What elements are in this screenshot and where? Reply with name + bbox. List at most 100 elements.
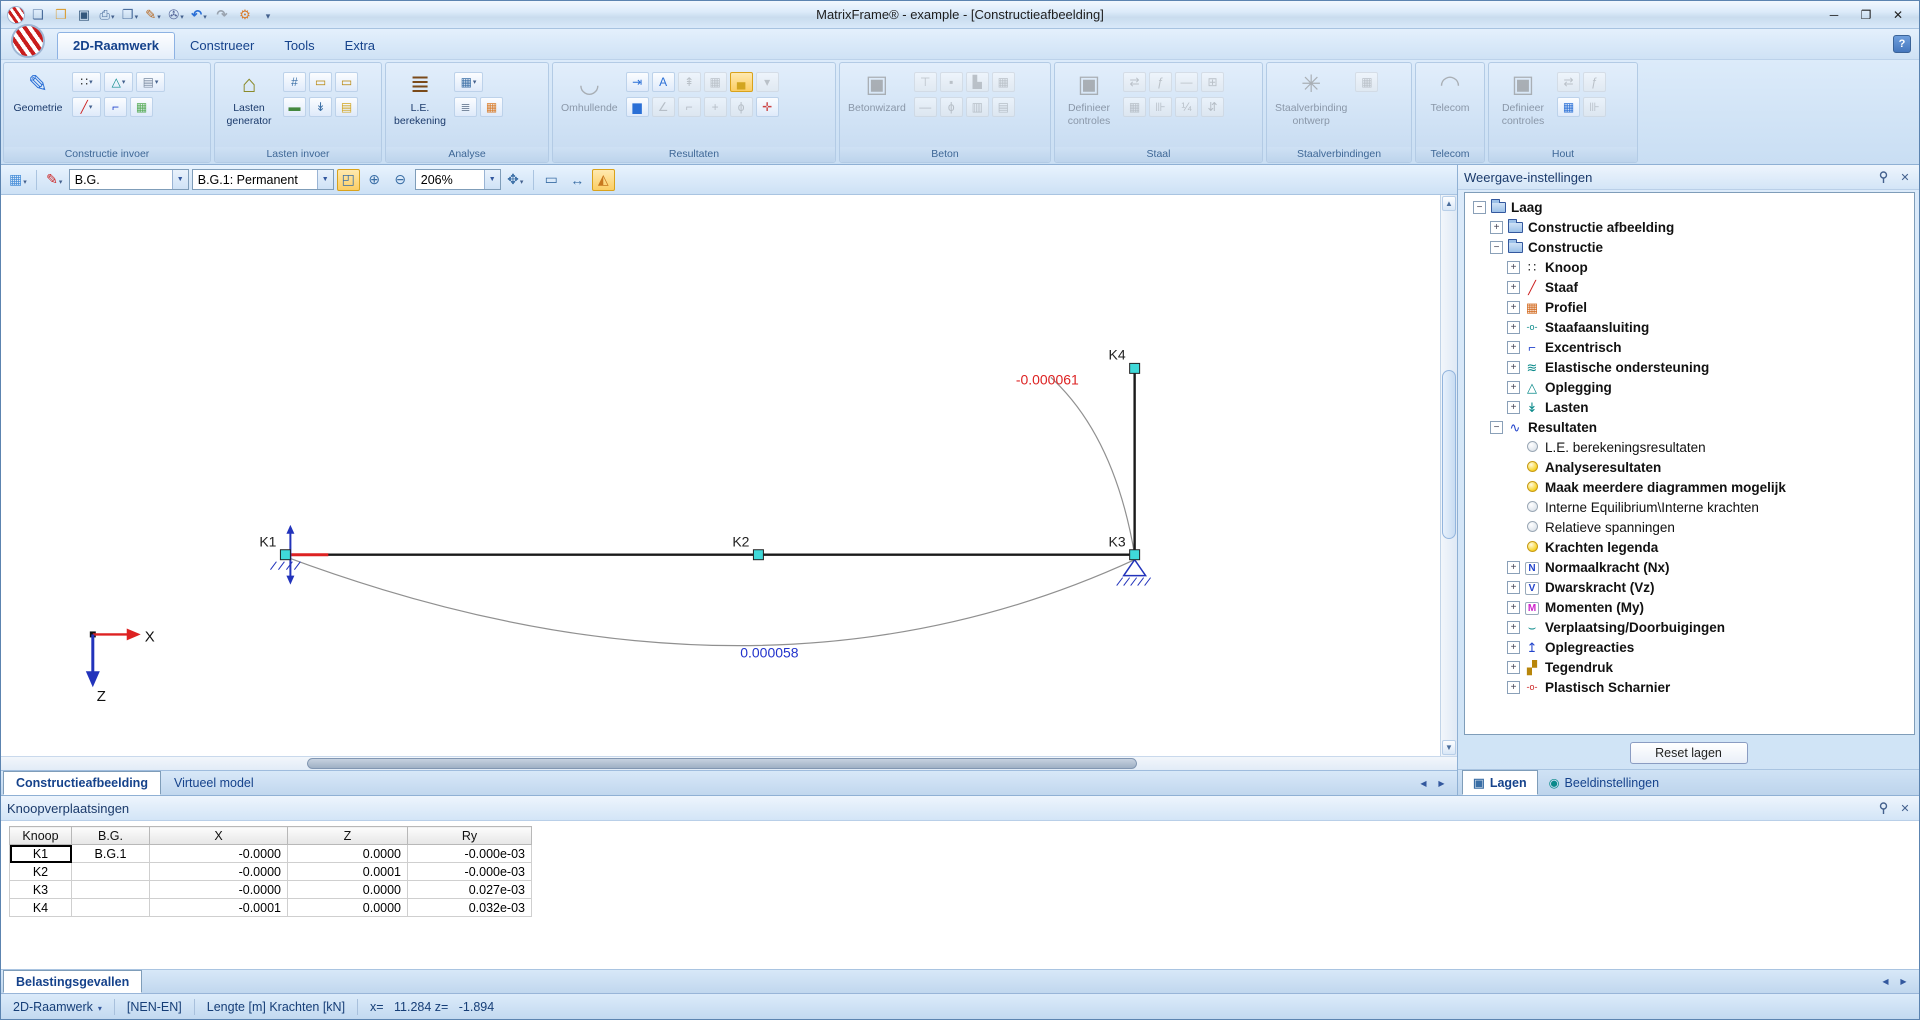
customize-qat-button[interactable] <box>257 4 279 25</box>
maximize-button[interactable] <box>1851 5 1881 25</box>
tree-expander[interactable]: + <box>1507 641 1520 654</box>
panel-tab-beeldinstellingen[interactable]: Beeldinstellingen <box>1538 770 1670 795</box>
column-header-b-g[interactable]: B.G. <box>72 827 150 845</box>
cell-x-row3[interactable]: -0.0000 <box>150 881 288 899</box>
tree-item-staaf[interactable]: +╱Staaf <box>1473 277 1914 297</box>
raamwerk-last-button[interactable]: # <box>283 72 306 92</box>
raster-tool-button[interactable]: ▤▾ <box>136 72 165 92</box>
tree-expander[interactable]: + <box>1507 681 1520 694</box>
staaf-tool-button[interactable]: ╱▾ <box>72 97 101 117</box>
cell-knoop-row3[interactable]: K3 <box>10 881 72 899</box>
vlak-tool-button[interactable]: ▦ <box>130 97 153 117</box>
lasten-generator-button[interactable]: ⌂Lasten generator <box>220 67 278 128</box>
tree-item-relatieve-spanningen[interactable]: Relatieve spanningen <box>1473 517 1914 537</box>
cell-z-row1[interactable]: 0.0000 <box>288 845 408 863</box>
scroll-down-icon[interactable] <box>1442 740 1456 755</box>
tree-expander[interactable]: + <box>1507 261 1520 274</box>
ribbon-tab-extra[interactable]: Extra <box>330 33 390 59</box>
tree-expander[interactable]: + <box>1507 341 1520 354</box>
cell-ry-row1[interactable]: -0.000e-03 <box>408 845 532 863</box>
cell-z-row3[interactable]: 0.0000 <box>288 881 408 899</box>
tree-item-oplegging[interactable]: +△Oplegging <box>1473 377 1914 397</box>
tree-item-verplaatsing-doorbuigingen[interactable]: +⌣Verplaatsing/Doorbuigingen <box>1473 617 1914 637</box>
cell-x-row2[interactable]: -0.0000 <box>150 863 288 881</box>
cell-b-g-row1[interactable]: B.G.1 <box>72 845 150 863</box>
view-tab-virtueel-model[interactable]: Virtueel model <box>161 771 267 795</box>
structure-canvas[interactable]: K1 K2 K3 K4 0.000058 -0.000061 X Z <box>1 195 1440 756</box>
diagram-scale-button[interactable] <box>592 169 615 191</box>
camera-tool-button[interactable] <box>165 4 187 25</box>
canvas-vertical-scrollbar[interactable] <box>1440 195 1457 756</box>
vertical-scroll-thumb[interactable] <box>1442 370 1456 539</box>
pin-icon[interactable] <box>1875 169 1891 185</box>
combo-dropdown-icon[interactable] <box>172 170 188 189</box>
tree-expander[interactable]: + <box>1507 321 1520 334</box>
cell-z-row2[interactable]: 0.0001 <box>288 863 408 881</box>
tree-item-normaalkracht-nx[interactable]: +NNormaalkracht (Nx) <box>1473 557 1914 577</box>
open-button[interactable] <box>50 4 72 25</box>
nav-right-icon[interactable] <box>1896 974 1911 989</box>
dimension-button[interactable] <box>566 169 589 191</box>
node-k4[interactable] <box>1130 363 1140 373</box>
temperatuur-last-button[interactable]: ▤ <box>335 97 358 117</box>
tree-expander[interactable]: + <box>1507 561 1520 574</box>
vertical-scroll-track[interactable] <box>1441 212 1457 739</box>
redo-button[interactable] <box>211 4 233 25</box>
node-k3[interactable] <box>1130 550 1140 560</box>
horizontal-scroll-thumb[interactable] <box>307 758 1137 769</box>
tree-expander[interactable]: + <box>1507 381 1520 394</box>
scroll-up-icon[interactable] <box>1442 196 1456 211</box>
puntlast-button[interactable]: ▭ <box>335 72 358 92</box>
cell-knoop-row1[interactable]: K1 <box>10 845 72 863</box>
view-tab-constructieafbeelding[interactable]: Constructieafbeelding <box>3 771 161 795</box>
cell-ry-row4[interactable]: 0.032e-03 <box>408 899 532 917</box>
column-header-knoop[interactable]: Knoop <box>10 827 72 845</box>
cell-knoop-row4[interactable]: K4 <box>10 899 72 917</box>
cell-ry-row2[interactable]: -0.000e-03 <box>408 863 532 881</box>
zoom-window-button[interactable] <box>337 169 360 191</box>
tree-item-laag[interactable]: −Laag <box>1473 197 1914 217</box>
tree-item-maak-meerdere-diagrammen-mogelijk[interactable]: Maak meerdere diagrammen mogelijk <box>1473 477 1914 497</box>
nav-left-icon[interactable] <box>1878 974 1893 989</box>
close-button[interactable] <box>1883 5 1913 25</box>
knoop-tool-button[interactable]: ∷▾ <box>72 72 101 92</box>
dwarskracht-plot-button[interactable]: A <box>652 72 675 92</box>
oplegging-tool-button[interactable]: △▾ <box>104 72 133 92</box>
cell-x-row4[interactable]: -0.0001 <box>150 899 288 917</box>
meet-tool-button[interactable]: ✛ <box>756 97 779 117</box>
tree-expander[interactable]: + <box>1507 621 1520 634</box>
herbereken-button[interactable]: ≣ <box>454 97 477 117</box>
ribbon-tab-construeer[interactable]: Construeer <box>175 33 269 59</box>
print-preview-button[interactable] <box>119 4 141 25</box>
excentrisch-tool-button[interactable]: ⌐ <box>104 97 127 117</box>
tree-item-analyseresultaten[interactable]: Analyseresultaten <box>1473 457 1914 477</box>
print-button[interactable] <box>96 4 118 25</box>
panel-tab-lagen[interactable]: Lagen <box>1462 770 1538 795</box>
q-last-button[interactable]: ▬ <box>283 97 306 117</box>
tree-expander[interactable]: + <box>1507 401 1520 414</box>
bottom-tab-belastingsgevallen[interactable]: Belastingsgevallen <box>3 970 142 993</box>
column-header-x[interactable]: X <box>150 827 288 845</box>
pin-icon[interactable] <box>1875 800 1891 816</box>
cell-b-g-row2[interactable] <box>72 863 150 881</box>
spanningen-plot-button[interactable]: ▄ <box>730 72 753 92</box>
minimize-button[interactable] <box>1819 5 1849 25</box>
node-k1[interactable] <box>280 550 290 560</box>
column-header-ry[interactable]: Ry <box>408 827 532 845</box>
settings-gear-button[interactable] <box>234 4 256 25</box>
tree-item-krachten-legenda[interactable]: Krachten legenda <box>1473 537 1914 557</box>
canvas-horizontal-scrollbar[interactable] <box>1 756 1457 770</box>
close-panel-icon[interactable]: ✕ <box>1897 169 1913 185</box>
geometrie-button[interactable]: ✎Geometrie <box>9 67 67 116</box>
tree-item-lasten[interactable]: +↡Lasten <box>1473 397 1914 417</box>
cell-b-g-row4[interactable] <box>72 899 150 917</box>
tree-item-oplegreacties[interactable]: +↥Oplegreacties <box>1473 637 1914 657</box>
moment-last-button[interactable]: ↡ <box>309 97 332 117</box>
combo-dropdown-icon[interactable] <box>484 170 500 189</box>
ribbon-tab-tools[interactable]: Tools <box>269 33 329 59</box>
new-document-button[interactable] <box>27 4 49 25</box>
tree-item-elastische-ondersteuning[interactable]: +≋Elastische ondersteuning <box>1473 357 1914 377</box>
help-button[interactable]: ? <box>1893 35 1911 53</box>
tree-expander[interactable]: + <box>1507 361 1520 374</box>
nav-right-icon[interactable] <box>1434 776 1449 791</box>
